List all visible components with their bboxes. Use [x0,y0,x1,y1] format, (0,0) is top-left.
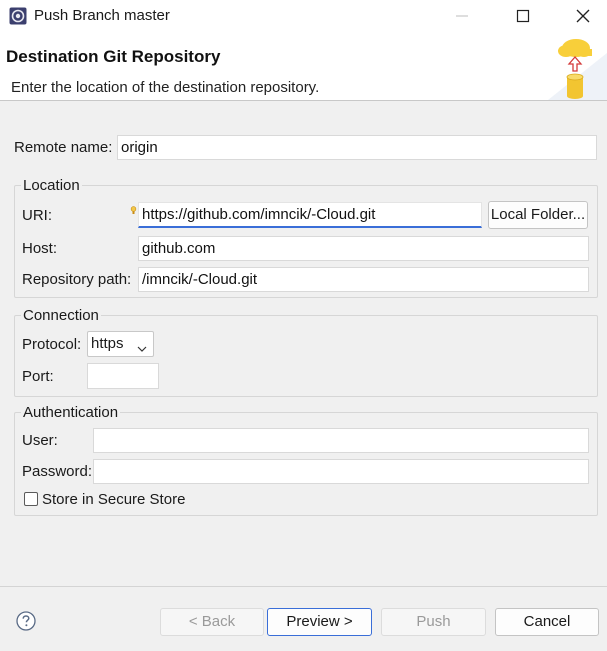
port-label: Port: [22,368,54,385]
back-button[interactable]: < Back [160,608,264,636]
cancel-button[interactable]: Cancel [495,608,599,636]
protocol-select-value: https [91,335,124,352]
host-label: Host: [22,240,58,257]
store-secure-label: Store in Secure Store [42,491,186,508]
help-button[interactable] [16,611,36,631]
user-input[interactable] [93,428,589,453]
uri-input[interactable]: https://github.com/imncik/-Cloud.git [138,202,482,228]
repository-path-label: Repository path: [22,271,132,288]
content-assist-icon [130,202,137,219]
password-label: Password: [22,463,93,480]
eclipse-app-icon [9,7,27,25]
store-secure-checkbox[interactable] [24,492,38,506]
close-icon [576,9,590,23]
push-button[interactable]: Push [381,608,486,636]
protocol-select[interactable]: https [87,331,154,357]
button-bar-separator [0,586,607,587]
minimize-icon [456,15,468,17]
chevron-down-icon [137,340,147,357]
port-input[interactable] [87,363,159,389]
connection-group-label: Connection [21,307,101,324]
minimize-button[interactable] [439,0,485,33]
location-group-label: Location [21,177,82,194]
cloud-push-database-icon [538,33,607,100]
remote-name-label: Remote name: [14,139,113,156]
help-icon [16,611,36,631]
protocol-label: Protocol: [22,336,82,353]
local-folder-button[interactable]: Local Folder... [488,201,588,229]
maximize-icon [516,9,530,23]
wizard-header: Destination Git Repository Enter the loc… [0,33,607,101]
close-window-button[interactable] [560,0,606,33]
title-bar: Push Branch master [0,0,607,33]
maximize-button[interactable] [500,0,546,33]
window-title: Push Branch master [34,7,170,24]
uri-label: URI: [22,207,52,224]
remote-name-input[interactable]: origin [117,135,597,160]
repository-path-input[interactable]: /imncik/-Cloud.git [138,267,589,292]
page-title: Destination Git Repository [6,47,221,66]
host-input[interactable]: github.com [138,236,589,261]
page-description: Enter the location of the destination re… [11,79,320,96]
preview-button[interactable]: Preview > [267,608,372,636]
authentication-group-label: Authentication [21,404,121,421]
user-label: User: [22,432,58,449]
password-input[interactable] [93,459,589,484]
